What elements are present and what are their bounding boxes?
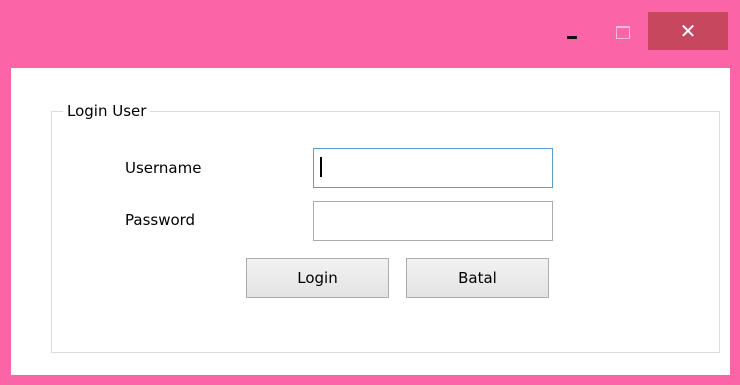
close-icon: ✕ — [679, 19, 697, 43]
client-area: Login User Username Password Login Batal — [11, 68, 730, 375]
maximize-button[interactable] — [600, 12, 646, 50]
password-label: Password — [125, 211, 196, 229]
title-bar[interactable]: ✕ — [0, 0, 740, 68]
minimize-icon — [567, 36, 577, 39]
maximize-icon — [616, 26, 630, 39]
password-field[interactable] — [313, 201, 553, 241]
cancel-button[interactable]: Batal — [406, 258, 549, 298]
username-label: Username — [125, 159, 202, 177]
login-button[interactable]: Login — [246, 258, 389, 298]
minimize-button[interactable] — [550, 12, 596, 50]
close-button[interactable]: ✕ — [648, 12, 728, 50]
username-field[interactable] — [313, 148, 553, 188]
text-caret — [320, 157, 322, 177]
group-title: Login User — [63, 101, 151, 121]
login-window: ✕ Login User Username Password Login Bat… — [0, 0, 740, 385]
